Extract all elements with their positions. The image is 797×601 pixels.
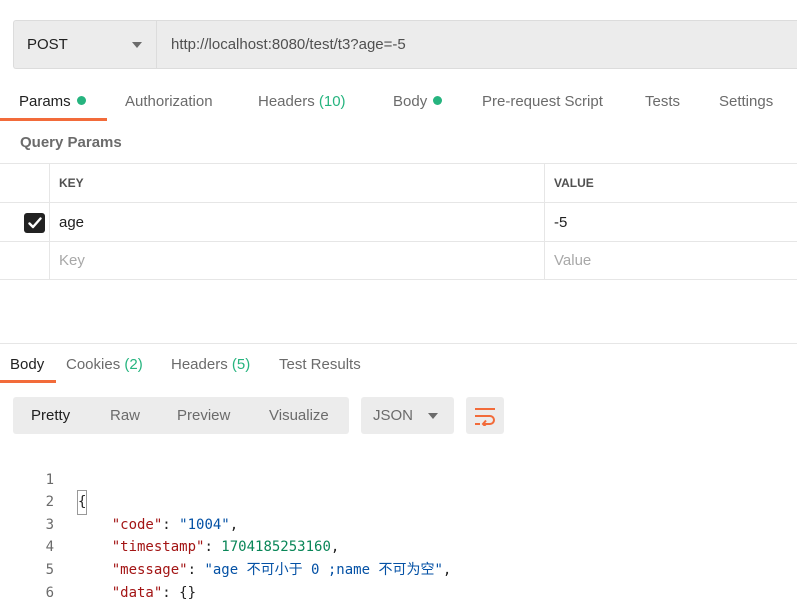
- tab-response-headers[interactable]: Headers (5): [171, 356, 250, 373]
- raw-button[interactable]: Raw: [110, 397, 140, 434]
- active-tab-indicator: [0, 118, 107, 121]
- query-params-table: KEY VALUE age -5 Key Value: [0, 163, 797, 280]
- chevron-down-icon: [132, 41, 142, 48]
- tab-label: Settings: [719, 93, 774, 110]
- value-column-header: VALUE: [554, 176, 594, 190]
- tab-body[interactable]: Body: [393, 93, 443, 110]
- visualize-button[interactable]: Visualize: [269, 397, 329, 434]
- tab-label: Headers: [258, 93, 315, 110]
- language-label: JSON: [373, 407, 414, 424]
- tab-label: Cookies: [66, 356, 121, 373]
- code-line: 2 "code": "1004",: [0, 469, 797, 533]
- json-key: "data": [111, 584, 163, 601]
- chevron-down-icon: [428, 412, 438, 419]
- line-number: 6: [45, 584, 54, 601]
- param-checkbox[interactable]: [24, 213, 45, 233]
- checkbox-cell: [0, 242, 50, 279]
- param-key-field[interactable]: age: [51, 203, 545, 241]
- table-row: age -5: [0, 202, 797, 241]
- method-label: POST: [27, 36, 68, 53]
- tab-headers[interactable]: Headers (10): [258, 93, 346, 110]
- new-key-input[interactable]: Key: [51, 242, 545, 279]
- new-value-input[interactable]: Value: [546, 242, 797, 279]
- wrap-lines-icon: [475, 407, 495, 426]
- tab-pre-request-script[interactable]: Pre-request Script: [482, 93, 603, 110]
- table-header-row: KEY VALUE: [0, 163, 797, 202]
- request-tabs: Params Authorization Headers (10) Body P…: [0, 85, 797, 123]
- method-select[interactable]: POST: [14, 21, 157, 68]
- code-field: "data": {}: [111, 584, 197, 601]
- code-line: 1 {: [0, 446, 797, 515]
- query-params-title: Query Params: [20, 134, 122, 151]
- code-line: 3 "timestamp": 1704185253160,: [0, 491, 797, 556]
- tab-settings[interactable]: Settings: [719, 93, 773, 110]
- tab-params[interactable]: Params: [19, 93, 86, 110]
- tab-tests[interactable]: Tests: [645, 93, 680, 110]
- tab-count: (5): [231, 356, 251, 373]
- status-dot-icon: [433, 96, 443, 105]
- tab-test-results[interactable]: Test Results: [279, 356, 361, 373]
- preview-button[interactable]: Preview: [177, 397, 230, 434]
- code-line: 6 }: [0, 559, 797, 601]
- tab-label: Pre-request Script: [482, 93, 603, 110]
- status-dot-icon: [76, 96, 86, 105]
- tab-cookies[interactable]: Cookies (2): [66, 356, 143, 373]
- table-row-empty: Key Value: [0, 241, 797, 280]
- tab-authorization[interactable]: Authorization: [125, 93, 213, 110]
- format-mode-group: Pretty Raw Preview Visualize: [13, 397, 349, 434]
- url-bar: POST http://localhost:8080/test/t3?age=-…: [13, 20, 797, 69]
- tab-label: Params: [19, 93, 71, 110]
- url-input[interactable]: http://localhost:8080/test/t3?age=-5: [157, 21, 797, 68]
- tab-label: Headers: [171, 356, 228, 373]
- active-response-tab-indicator: [0, 380, 56, 383]
- param-value-field[interactable]: -5: [546, 203, 797, 241]
- tab-label: Authorization: [125, 93, 213, 110]
- tab-count: (10): [318, 93, 346, 110]
- json-value: {}: [179, 584, 197, 601]
- pretty-button[interactable]: Pretty: [31, 397, 70, 434]
- tab-label: Test Results: [279, 356, 361, 373]
- checkbox-column-header: [0, 164, 50, 202]
- key-column-header: KEY: [51, 164, 545, 202]
- tab-label: Body: [393, 93, 428, 110]
- tab-label: Tests: [645, 93, 681, 110]
- wrap-lines-button[interactable]: [466, 397, 504, 434]
- tab-response-body[interactable]: Body: [10, 356, 44, 373]
- code-line: 4 "message": "age 不可小于 0 ;name 不可为空",: [0, 514, 797, 578]
- checkbox-cell: [0, 203, 50, 241]
- checkmark-icon: [27, 217, 42, 229]
- language-select[interactable]: JSON: [361, 397, 454, 434]
- code-line: 5 "data": {}: [0, 536, 797, 601]
- tab-count: (2): [124, 356, 143, 373]
- response-code-view[interactable]: 1 { 2 "code": "1004", 3 "timestamp": 170…: [0, 446, 797, 601]
- tab-label: Body: [10, 356, 45, 373]
- response-divider: [0, 343, 797, 344]
